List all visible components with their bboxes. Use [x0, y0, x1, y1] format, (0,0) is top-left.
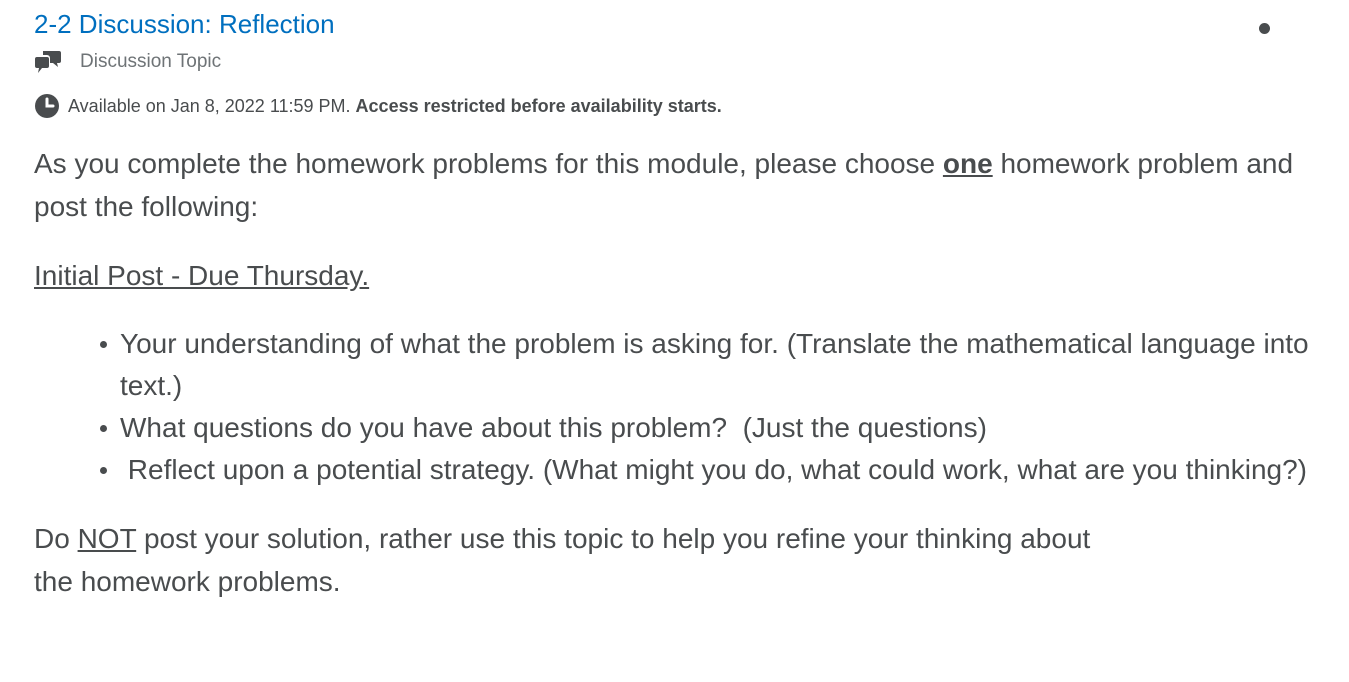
bullet-icon [100, 425, 107, 432]
closing-text-end: post your solution, rather use this topi… [136, 523, 1091, 554]
availability-date: Available on Jan 8, 2022 11:59 PM. [68, 95, 351, 116]
intro-text-start: As you complete the homework problems fo… [34, 148, 943, 179]
clock-icon [35, 94, 59, 118]
topic-type-row: Discussion Topic [34, 48, 221, 76]
discussion-icon [35, 51, 61, 73]
bullet-icon [100, 467, 107, 474]
requirements-list: Your understanding of what the problem i… [34, 323, 1324, 491]
dot-menu-icon[interactable] [1259, 23, 1270, 34]
list-item: What questions do you have about this pr… [100, 407, 1324, 449]
list-item-text: Your understanding of what the problem i… [120, 328, 1309, 401]
availability-row: Available on Jan 8, 2022 11:59 PM. Acces… [34, 92, 722, 120]
list-item: Reflect upon a potential strategy. (What… [100, 449, 1324, 491]
intro-paragraph: As you complete the homework problems fo… [34, 142, 1324, 228]
closing-text-line2: the homework problems. [34, 566, 341, 597]
bullet-icon [100, 341, 107, 348]
closing-paragraph: Do NOT post your solution, rather use th… [34, 517, 1324, 603]
list-item: Your understanding of what the problem i… [100, 323, 1324, 407]
initial-post-heading: Initial Post - Due Thursday. [34, 260, 370, 291]
list-item-text: What questions do you have about this pr… [120, 412, 987, 443]
topic-title-link[interactable]: 2-2 Discussion: Reflection [34, 8, 335, 40]
topic-type-label: Discussion Topic [80, 51, 222, 72]
list-item-text: Reflect upon a potential strategy. (What… [120, 454, 1307, 485]
intro-emphasis: one [942, 148, 993, 179]
availability-restriction-note: Access restricted before availability st… [355, 95, 722, 116]
topic-description: As you complete the homework problems fo… [34, 142, 1324, 603]
closing-text-start: Do [34, 523, 78, 554]
closing-emphasis: NOT [77, 523, 137, 554]
